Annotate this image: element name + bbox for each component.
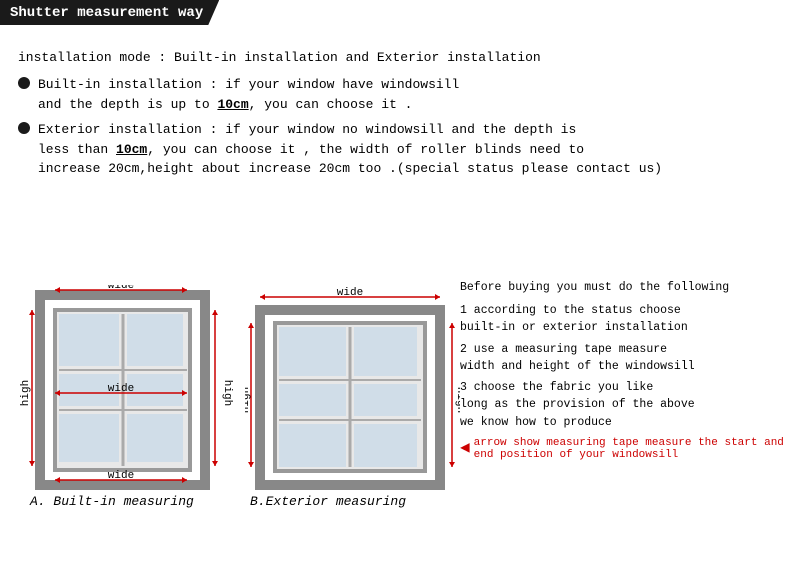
bullet1-bold: 10cm [217, 97, 248, 112]
bullet2-pre: less than [38, 142, 116, 157]
bullet2-line2: less than 10cm, you can choose it , the … [38, 140, 662, 160]
intro-text: Before buying you must do the following [460, 281, 729, 294]
step1-line1: 1 according to the status choose [460, 302, 795, 319]
svg-text:high: high [245, 387, 252, 413]
bullet2-post: , you can choose it , the width of rolle… [147, 142, 584, 157]
step2-line1: 2 use a measuring tape measure [460, 341, 795, 358]
bullet2-bold: 10cm [116, 142, 147, 157]
step1: 1 according to the status choose built-i… [460, 302, 795, 337]
svg-text:wide: wide [108, 470, 134, 482]
bullet1-line1: Built-in installation : if your window h… [38, 75, 459, 95]
arrow-note-text: arrow show measuring tape measure the st… [474, 437, 795, 461]
svg-text:B.Exterior measuring: B.Exterior measuring [250, 494, 406, 509]
bullet1-pre: and the depth is up to [38, 97, 217, 112]
title-text: Shutter measurement way [10, 5, 203, 21]
title-bar: Shutter measurement way [0, 0, 219, 25]
step2: 2 use a measuring tape measure width and… [460, 341, 795, 376]
step2-line2: width and height of the windowsill [460, 358, 795, 375]
step1-line2: built-in or exterior installation [460, 319, 795, 336]
main-content: installation mode : Built-in installatio… [18, 50, 790, 185]
bullet2-line3: increase 20cm,height about increase 20cm… [38, 159, 662, 179]
bullet1-line2: and the depth is up to 10cm, you can cho… [38, 95, 459, 115]
arrow-note: ◀ arrow show measuring tape measure the … [460, 437, 795, 461]
svg-text:wide: wide [337, 287, 363, 299]
step3-line2: long as the provision of the above [460, 396, 795, 413]
svg-text:wide: wide [108, 285, 134, 292]
bullet2-text: Exterior installation : if your window n… [38, 120, 662, 179]
installation-mode-text: installation mode : Built-in installatio… [18, 50, 790, 65]
step3-line1: 3 choose the fabric you like [460, 379, 795, 396]
arrow-icon: ◀ [460, 437, 470, 457]
bullet1-post: , you can choose it . [249, 97, 413, 112]
bullet2-row: Exterior installation : if your window n… [18, 120, 790, 179]
diagram-a: wide wide wide high high A. Built-in mea… [10, 285, 235, 515]
bullet1-icon [18, 77, 30, 89]
bullet2-line1: Exterior installation : if your window n… [38, 120, 662, 140]
bullet1-row: Built-in installation : if your window h… [18, 75, 790, 114]
instructions-intro: Before buying you must do the following [460, 280, 795, 296]
instructions-panel: Before buying you must do the following … [460, 280, 795, 461]
svg-text:high: high [221, 380, 233, 406]
step3: 3 choose the fabric you like long as the… [460, 379, 795, 431]
bullet1-text: Built-in installation : if your window h… [38, 75, 459, 114]
svg-text:wide: wide [108, 383, 134, 395]
svg-text:A. Built-in measuring: A. Built-in measuring [29, 494, 194, 509]
diagram-b: wide high high B.Exterior measuring [245, 285, 460, 515]
bullet2-icon [18, 122, 30, 134]
step3-line3: we know how to produce [460, 414, 795, 431]
svg-text:high: high [20, 380, 32, 406]
